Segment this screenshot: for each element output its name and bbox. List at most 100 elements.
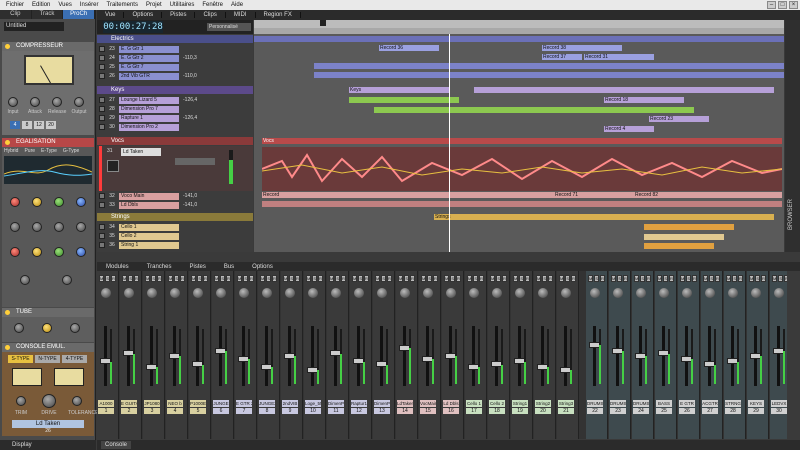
solo-button[interactable]: S (519, 275, 525, 282)
eq-highmid-gain-knob[interactable] (54, 222, 64, 232)
solo-button[interactable]: S (174, 275, 180, 282)
solo-button[interactable]: S (663, 275, 669, 282)
ratio-4-button[interactable]: 4 (10, 121, 20, 129)
pan-knob[interactable] (682, 288, 692, 298)
pan-knob[interactable] (285, 288, 295, 298)
mute-button[interactable]: M (490, 275, 496, 282)
menu-item[interactable]: Fichier (2, 2, 28, 8)
tolerance-knob[interactable] (72, 396, 82, 406)
clip[interactable]: Record 4 (604, 126, 654, 132)
output-knob[interactable] (74, 97, 84, 107)
strip-label[interactable]: 2ndVIB (282, 400, 298, 407)
clip[interactable]: Record 37 (542, 54, 582, 60)
track-row[interactable]: 27 Lounge Lizard 5 -126,4 (97, 96, 253, 104)
eq-lowmid-gain-knob[interactable] (32, 222, 42, 232)
console-menu-options[interactable]: Options (243, 264, 282, 270)
record-button[interactable]: R (226, 275, 231, 282)
strip-label[interactable]: LdTaken (397, 400, 413, 407)
menu-options[interactable]: Options (124, 12, 163, 18)
pan-knob[interactable] (636, 288, 646, 298)
record-button[interactable]: R (548, 275, 553, 282)
strip-label[interactable]: A1000 (98, 400, 114, 407)
strip-label[interactable]: DimenP2 (374, 400, 390, 407)
power-icon[interactable] (5, 44, 10, 49)
tube-output-knob[interactable] (70, 323, 80, 333)
record-button[interactable]: R (410, 275, 415, 282)
midi-clip[interactable] (349, 97, 459, 103)
tab-prochannel[interactable]: ProCh (63, 10, 96, 19)
track-row[interactable]: 32 Voco Main -141,0 (97, 192, 253, 200)
pan-knob[interactable] (590, 288, 600, 298)
pan-knob[interactable] (423, 288, 433, 298)
mute-button[interactable]: M (283, 275, 289, 282)
solo-button[interactable]: S (778, 275, 784, 282)
strip-label[interactable]: DRUMS (587, 400, 603, 407)
record-button[interactable]: R (249, 275, 254, 282)
strip-label[interactable]: VocMain (420, 400, 436, 407)
selected-track-name[interactable]: Ld Taken (121, 148, 161, 156)
attack-knob[interactable] (30, 97, 40, 107)
n-type-button[interactable]: N-TYPE (35, 355, 60, 363)
eq-high-q-knob[interactable] (76, 247, 86, 257)
clip[interactable]: Record 38 (542, 45, 622, 51)
strip-label[interactable]: E GTR (679, 400, 695, 407)
close-icon[interactable]: × (789, 1, 798, 9)
clip[interactable] (262, 201, 782, 207)
pan-knob[interactable] (147, 288, 157, 298)
solo-button[interactable]: S (220, 275, 226, 282)
pan-knob[interactable] (308, 288, 318, 298)
mute-button[interactable]: M (421, 275, 427, 282)
record-button[interactable]: R (669, 275, 674, 282)
track-name[interactable]: Lounge Lizard 5 (119, 96, 179, 104)
menu-clips[interactable]: Clips (195, 12, 226, 18)
eq-high-freq-knob[interactable] (76, 197, 86, 207)
eq-lowcut-knob[interactable] (20, 275, 30, 285)
strip-label[interactable]: DimenP (328, 400, 344, 407)
ratio-20-button[interactable]: 20 (46, 121, 56, 129)
vocal-waveform-lane[interactable] (261, 147, 783, 191)
arrange-view[interactable]: Record 36 Record 38 Record 37 Record 31 … (254, 34, 784, 252)
eq-lowmid-q-knob[interactable] (32, 247, 42, 257)
record-button[interactable]: R (272, 275, 277, 282)
mute-button[interactable]: M (122, 275, 128, 282)
track-name[interactable]: Ld Dbls (119, 201, 179, 209)
solo-button[interactable]: S (709, 275, 715, 282)
mute-button[interactable]: M (260, 275, 266, 282)
drive-knob[interactable] (42, 394, 56, 408)
mute-button[interactable]: M (191, 275, 197, 282)
track-name[interactable]: Dimension Pro 7 (119, 105, 179, 113)
record-button[interactable]: R (134, 275, 139, 282)
clip[interactable]: Record 31 (584, 54, 654, 60)
mute-button[interactable]: M (772, 275, 778, 282)
record-button[interactable]: R (157, 275, 162, 282)
mute-button[interactable]: M (634, 275, 640, 282)
solo-button[interactable]: S (617, 275, 623, 282)
console-menu-bus[interactable]: Bus (215, 264, 243, 270)
solo-button[interactable]: S (266, 275, 272, 282)
solo-button[interactable]: S (358, 275, 364, 282)
strip-label[interactable]: LEDVX (771, 400, 787, 407)
solo-button[interactable]: S (243, 275, 249, 282)
tube-header[interactable]: TUBE (2, 308, 94, 317)
track-row[interactable]: 36 String 1 (97, 241, 253, 249)
strip-label[interactable]: String2 (535, 400, 551, 407)
menu-item[interactable]: Insérer (76, 2, 103, 8)
track-name[interactable]: Voco Main (119, 192, 179, 200)
ratio-12-button[interactable]: 12 (34, 121, 44, 129)
track-name[interactable]: Cello 1 (119, 223, 179, 231)
pan-knob[interactable] (751, 288, 761, 298)
menu-midi[interactable]: MIDI (226, 12, 256, 18)
track-name[interactable]: 2nd Vib GTR (119, 72, 179, 80)
mute-button[interactable]: M (398, 275, 404, 282)
strip-label[interactable]: JUNGE2 (259, 400, 275, 407)
tube-drive-knob[interactable] (42, 323, 52, 333)
track-row[interactable]: 35 Cello 2 (97, 232, 253, 240)
track-name[interactable]: Cello 2 (119, 232, 179, 240)
record-button[interactable]: R (295, 275, 300, 282)
mute-button[interactable]: M (306, 275, 312, 282)
midi-clip[interactable] (374, 107, 694, 113)
menu-item[interactable]: Projet (142, 2, 166, 8)
solo-button[interactable]: S (335, 275, 341, 282)
strip-label[interactable]: Ld Dbls (443, 400, 459, 407)
record-button[interactable]: R (433, 275, 438, 282)
